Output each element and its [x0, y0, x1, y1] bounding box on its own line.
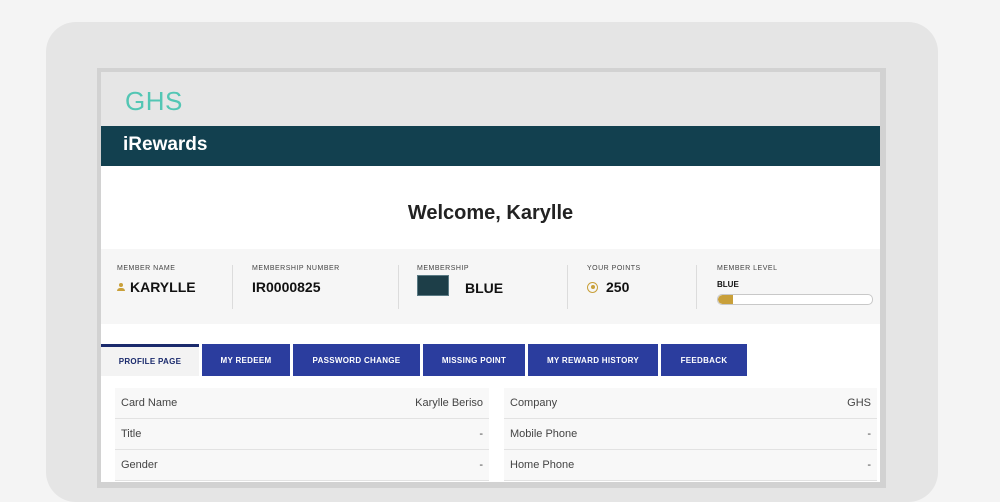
field-value: GHS [847, 397, 871, 409]
field-value: - [479, 459, 483, 471]
ghs-logo[interactable]: GHS [125, 86, 183, 117]
tab-password-change[interactable]: PASSWORD CHANGE [293, 344, 420, 376]
tab-my-reward-history[interactable]: MY REWARD HISTORY [528, 344, 658, 376]
top-bar: GHS [101, 72, 880, 126]
stat-label: YOUR POINTS [587, 265, 641, 272]
field-label: Card Name [121, 397, 178, 409]
tab-my-redeem[interactable]: MY REDEEM [202, 344, 290, 376]
level-progress-fill [718, 295, 734, 304]
member-stats: MEMBER NAME KARYLLE MEMBERSHIP NUMBER IR… [101, 249, 880, 324]
level-progress-bar [717, 294, 873, 305]
field-value: - [867, 428, 871, 440]
browser-page: GHS iRewards Welcome, Karylle MEMBER NAM… [101, 72, 880, 482]
field-value: - [479, 428, 483, 440]
profile-row: Company GHS [504, 388, 877, 419]
field-label: Company [510, 397, 558, 409]
divider [232, 265, 233, 309]
level-value: BLUE [717, 280, 739, 289]
app-title[interactable]: iRewards [123, 134, 207, 156]
divider [567, 265, 568, 309]
stat-value: BLUE [465, 279, 504, 296]
profile-row: Home Phone - [504, 450, 877, 481]
tab-missing-point[interactable]: MISSING POINT [423, 344, 525, 376]
profile-row: Gender - [115, 450, 489, 481]
profile-column-left: Card Name Karylle Beriso Title - Gender … [115, 388, 489, 481]
navbar: iRewards [101, 126, 880, 166]
profile-row: Card Name Karylle Beriso [115, 388, 489, 419]
field-label: Mobile Phone [510, 428, 578, 440]
profile-details: Card Name Karylle Beriso Title - Gender … [101, 376, 880, 482]
stat-label: MEMBERSHIP [417, 265, 470, 272]
field-value: Karylle Beriso [415, 397, 483, 409]
tab-profile-page[interactable]: PROFILE PAGE [101, 344, 199, 376]
field-value: - [867, 459, 871, 471]
coin-icon [587, 281, 598, 293]
stat-value: KARYLLE [130, 279, 196, 295]
stat-member-level: MEMBER LEVEL BLUE [717, 265, 873, 310]
stat-label: MEMBER NAME [117, 265, 176, 272]
field-label: Gender [121, 459, 158, 471]
tab-feedback[interactable]: FEEDBACK [661, 344, 747, 376]
stat-label: MEMBER LEVEL [717, 265, 778, 272]
membership-card-image [417, 275, 449, 296]
profile-row: Mobile Phone - [504, 419, 877, 450]
welcome-heading: Welcome, Karylle [407, 202, 574, 224]
stat-label: MEMBERSHIP NUMBER [252, 265, 340, 272]
profile-column-right: Company GHS Mobile Phone - Home Phone - [504, 388, 877, 481]
divider [398, 265, 399, 309]
person-icon [117, 283, 125, 291]
profile-row: Title - [115, 419, 489, 450]
divider [696, 265, 697, 309]
stat-value: 250 [606, 279, 630, 295]
stat-member-name: MEMBER NAME KARYLLE [117, 265, 196, 310]
stat-membership-number: MEMBERSHIP NUMBER IR0000825 [252, 265, 340, 310]
stat-value: IR0000825 [252, 279, 321, 295]
field-label: Title [121, 428, 142, 440]
profile-tabs: PROFILE PAGE MY REDEEM PASSWORD CHANGE M… [101, 344, 880, 376]
field-label: Home Phone [510, 459, 575, 471]
stat-membership: MEMBERSHIP BLUE [417, 265, 503, 310]
stat-points: YOUR POINTS 250 [587, 265, 641, 310]
